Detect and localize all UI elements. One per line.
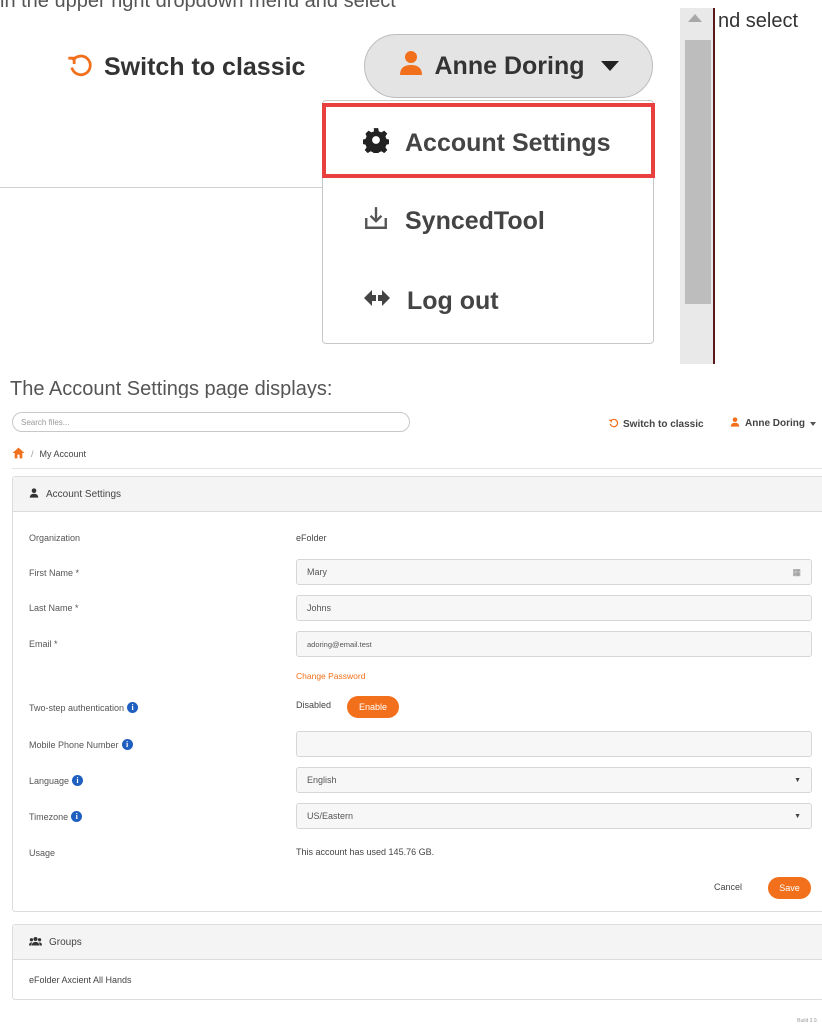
breadcrumb-separator: /	[31, 449, 34, 459]
divider	[12, 468, 822, 469]
two-step-label: Two-step authentication i	[29, 702, 139, 713]
undo-arrow-icon	[66, 50, 94, 85]
scrollbar-thumb[interactable]	[685, 40, 711, 304]
dropdown-arrow-icon: ▼	[794, 776, 801, 784]
two-step-status: Disabled	[296, 700, 332, 710]
usage-label: Usage	[29, 848, 56, 858]
instruction-text-cut-right: nd select	[718, 10, 799, 32]
info-icon[interactable]: i	[72, 775, 84, 786]
last-name-label: Last Name *	[29, 603, 79, 613]
build-version: Build 3.9.	[797, 1018, 818, 1024]
menu-item-syncedtool[interactable]: SyncedTool	[323, 191, 653, 251]
caret-down-icon	[600, 61, 619, 71]
user-icon	[399, 50, 423, 83]
language-label: Language i	[29, 775, 84, 786]
caret-down-icon	[810, 421, 816, 426]
last-name-field[interactable]: Johns	[296, 595, 812, 621]
menu-item-label: SyncedTool	[405, 206, 545, 235]
caption-text-cut: The Account Settings page displays:	[10, 378, 333, 398]
first-name-label: First Name *	[29, 568, 80, 578]
email-label: Email *	[29, 639, 58, 649]
panel-header: Account Settings	[13, 477, 822, 512]
switch-to-classic-label: Switch to classic	[623, 418, 704, 430]
group-item: eFolder Axcient All Hands	[29, 975, 132, 985]
autofill-icon[interactable]: ▦	[792, 567, 801, 578]
undo-arrow-icon	[608, 417, 619, 431]
breadcrumb: / My Account	[12, 447, 86, 461]
panel-title: Groups	[49, 936, 82, 948]
user-icon	[29, 487, 39, 501]
user-menu-button[interactable]: Anne Doring	[730, 417, 816, 430]
breadcrumb-current: My Account	[39, 449, 87, 459]
scroll-up-arrow-icon[interactable]	[688, 14, 702, 22]
groups-panel: Groups eFolder Axcient All Hands	[12, 924, 822, 1000]
usage-value: This account has used 145.76 GB.	[296, 847, 435, 857]
download-tray-icon	[363, 205, 389, 238]
language-select[interactable]: English ▼	[296, 767, 812, 793]
logout-arrows-icon	[363, 285, 391, 318]
enable-button[interactable]: Enable	[347, 696, 399, 718]
account-settings-panel: Account Settings Organization eFolder Fi…	[12, 476, 822, 912]
user-icon	[730, 417, 740, 430]
menu-item-label: Log out	[407, 286, 499, 315]
user-menu-button[interactable]: Anne Doring	[364, 34, 653, 98]
user-name: Anne Doring	[434, 51, 585, 80]
email-field[interactable]: adoring@email.test	[296, 631, 812, 657]
info-icon[interactable]: i	[127, 702, 139, 713]
cancel-button[interactable]: Cancel	[714, 882, 742, 892]
home-icon[interactable]	[12, 447, 25, 461]
mobile-phone-label: Mobile Phone Number i	[29, 739, 133, 750]
info-icon[interactable]: i	[71, 811, 83, 822]
search-input[interactable]: Search files...	[12, 412, 410, 432]
window-edge	[713, 8, 715, 364]
panel-title: Account Settings	[46, 488, 122, 500]
panel-header: Groups	[13, 925, 822, 960]
first-name-field[interactable]: Mary ▦	[296, 559, 812, 585]
user-name: Anne Doring	[745, 418, 805, 429]
menu-item-log-out[interactable]: Log out	[323, 271, 653, 331]
save-button[interactable]: Save	[768, 877, 811, 899]
switch-to-classic-label: Switch to classic	[104, 53, 306, 81]
change-password-link[interactable]: Change Password	[296, 671, 365, 681]
organization-value: eFolder	[296, 533, 327, 543]
divider	[0, 187, 322, 188]
organization-label: Organization	[29, 533, 81, 543]
dropdown-arrow-icon: ▼	[794, 812, 801, 820]
highlight-box	[322, 103, 655, 178]
users-icon	[29, 936, 42, 949]
timezone-label: Timezone i	[29, 811, 83, 822]
timezone-select[interactable]: US/Eastern ▼	[296, 803, 812, 829]
switch-to-classic-link[interactable]: Switch to classic	[66, 50, 305, 85]
switch-to-classic-link[interactable]: Switch to classic	[608, 417, 704, 431]
instruction-text-cut: in the upper right dropdown menu and sel…	[0, 0, 396, 12]
mobile-phone-field[interactable]	[296, 731, 812, 757]
info-icon[interactable]: i	[121, 739, 133, 750]
